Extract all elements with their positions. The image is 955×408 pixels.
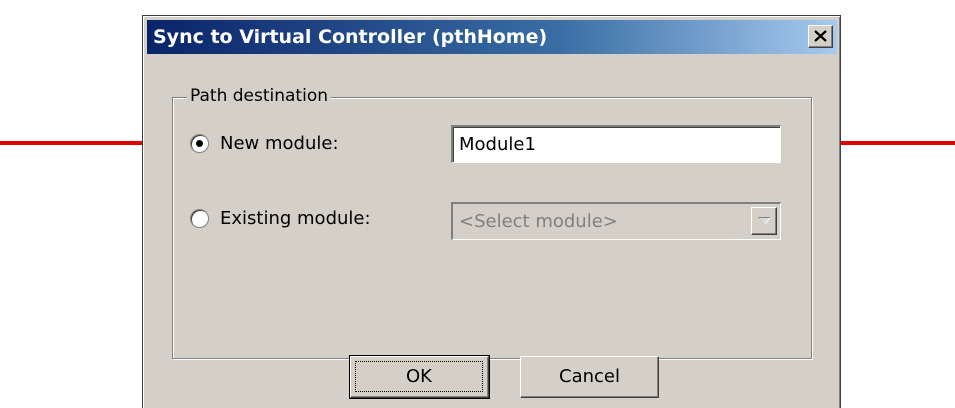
select-placeholder: <Select module> [459,211,618,232]
ok-button[interactable]: OK [349,355,490,399]
new-module-label: New module: [220,133,339,154]
dropdown-button[interactable] [751,207,777,235]
close-x-icon [814,30,827,42]
group-label: Path destination [187,84,332,108]
existing-module-label: Existing module: [220,208,371,229]
radio-selected-dot [196,140,203,147]
existing-module-select[interactable]: <Select module> [451,202,781,240]
cancel-button[interactable]: Cancel [520,356,659,398]
existing-module-radio[interactable] [190,209,209,228]
existing-module-radio-option[interactable]: Existing module: [190,208,371,229]
ok-label: OK [355,361,483,392]
window-title: Sync to Virtual Controller (pthHome) [153,26,548,48]
close-button[interactable] [808,25,833,48]
title-bar[interactable]: Sync to Virtual Controller (pthHome) [147,20,837,54]
new-module-radio[interactable] [190,134,209,153]
new-module-radio-option[interactable]: New module: [190,133,339,154]
sync-dialog: Sync to Virtual Controller (pthHome) Pat… [142,15,841,408]
screenshot-canvas: Sync to Virtual Controller (pthHome) Pat… [0,0,955,408]
chevron-down-icon [758,217,770,225]
new-module-name-input[interactable] [451,125,781,163]
